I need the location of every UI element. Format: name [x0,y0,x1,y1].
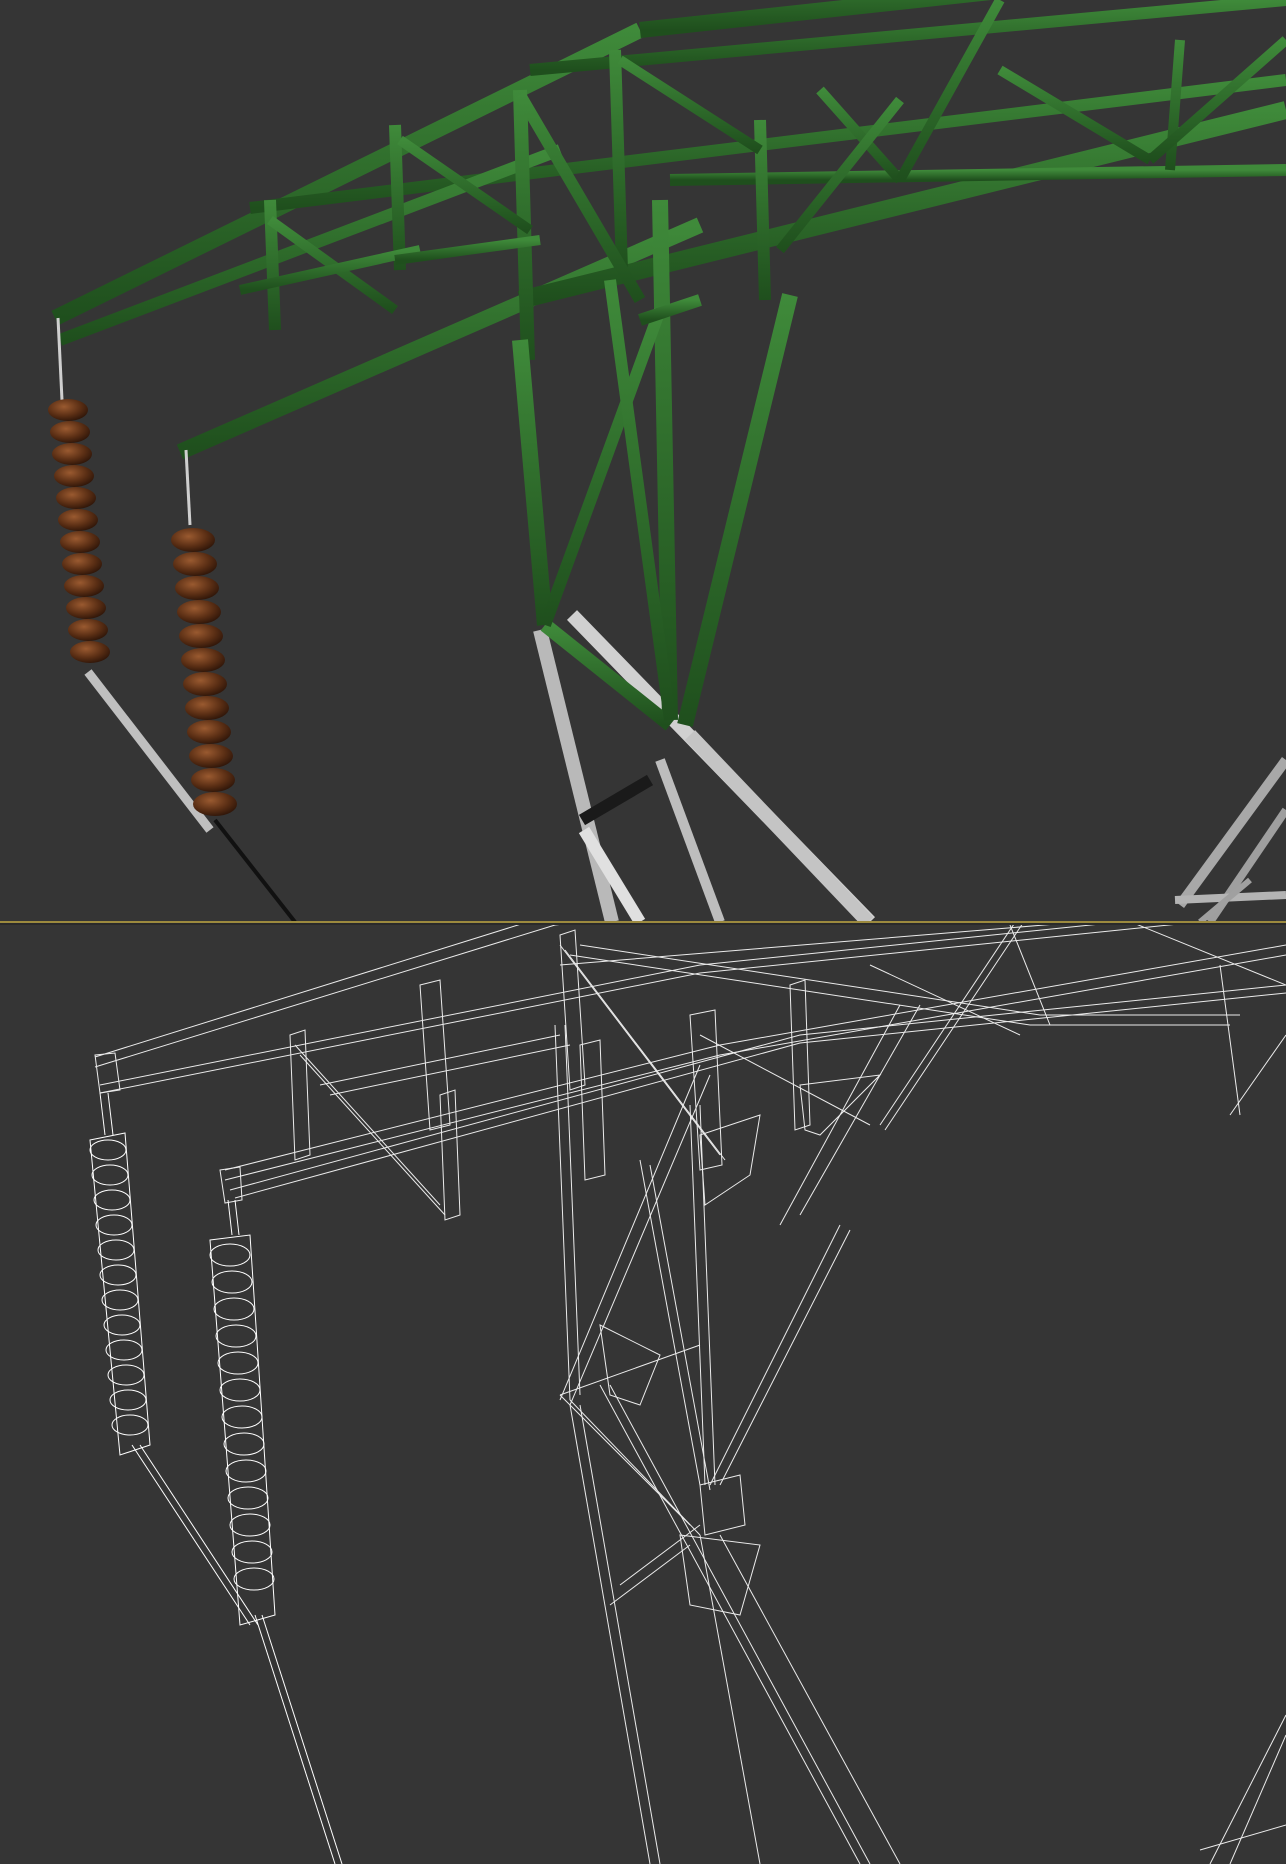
wireframe-lattice-tower [94,925,1286,1864]
shaded-viewport[interactable] [0,0,1286,922]
wireframe-viewport[interactable] [0,925,1286,1864]
wireframe-scene [89,925,1286,1864]
shaded-scene [48,0,1286,922]
green-lattice-tower [51,0,1286,731]
galvanized-leg-members [533,610,1286,922]
wireframe-insulator-right [209,1199,343,1864]
insulator-string-right [171,449,297,922]
wireframe-insulator-left [89,1092,259,1626]
